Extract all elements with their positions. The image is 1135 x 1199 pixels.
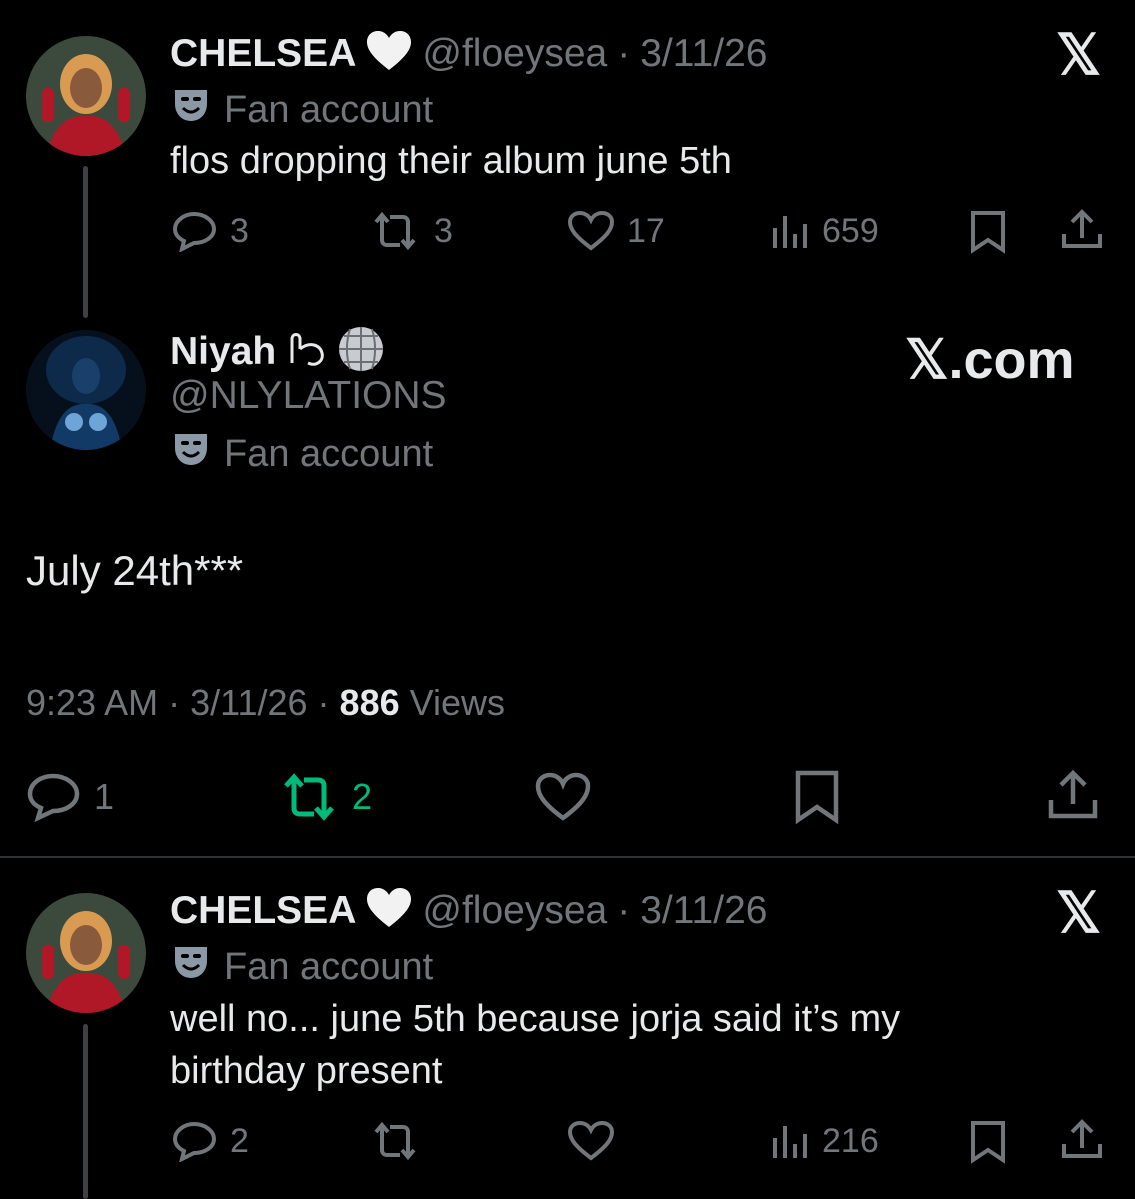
divider — [0, 856, 1135, 858]
share-icon — [1062, 209, 1102, 248]
tweet-text: July 24th*** — [26, 547, 244, 594]
separator: · — [317, 682, 330, 723]
tweet-date[interactable]: 3/11/26 — [640, 32, 767, 76]
views-label: Views — [409, 682, 506, 723]
share-button[interactable] — [1060, 208, 1104, 252]
like-button[interactable]: 17 — [567, 210, 665, 252]
retweet-count: 2 — [352, 776, 373, 817]
tweet-meta: 9:23 AM · 3/11/26 · 886 Views — [26, 682, 505, 724]
bookmark-button[interactable] — [968, 1120, 1008, 1164]
reply-icon — [172, 1121, 217, 1162]
views-button[interactable]: 659 — [770, 210, 879, 252]
retweet-button[interactable] — [368, 1120, 422, 1162]
like-count: 17 — [627, 211, 665, 250]
reply-count: 2 — [230, 1121, 249, 1160]
fan-account-label: Fan account — [224, 432, 434, 475]
retweet-button[interactable]: 3 — [368, 210, 453, 252]
handle[interactable]: @floeysea — [422, 889, 607, 933]
views-count: 659 — [822, 211, 879, 250]
bookmark-icon — [971, 1121, 1005, 1164]
retweet-icon — [284, 773, 334, 821]
tweet-time[interactable]: 9:23 AM — [26, 682, 158, 724]
like-button[interactable] — [534, 772, 592, 822]
share-icon — [1048, 769, 1098, 819]
white-heart-icon — [366, 887, 412, 934]
fan-account-label: Fan account — [224, 88, 434, 131]
tweet-date[interactable]: 3/11/26 — [640, 889, 767, 933]
share-button[interactable] — [1046, 768, 1100, 822]
fan-account-badge: Fan account — [172, 86, 433, 134]
handle[interactable]: @NLYLATIONS — [170, 374, 447, 418]
fan-account-badge: Fan account — [172, 430, 433, 478]
thread-line — [83, 166, 88, 318]
reply-button[interactable]: 2 — [172, 1120, 249, 1162]
heart-icon — [567, 210, 615, 251]
tweet-date[interactable]: 3/11/26 — [190, 682, 307, 724]
reply-button[interactable]: 1 — [26, 772, 114, 822]
x-logo-icon: 𝕏 — [1056, 881, 1102, 944]
heart-icon — [567, 1120, 615, 1161]
retweet-count: 3 — [434, 211, 453, 250]
fan-account-badge: Fan account — [172, 943, 433, 991]
reply-count: 1 — [94, 776, 115, 817]
separator: · — [617, 31, 631, 75]
disco-ball-icon — [336, 324, 386, 379]
wave-icon — [286, 327, 326, 376]
retweet-button[interactable]: 2 — [278, 772, 372, 822]
views-chart-icon — [773, 216, 807, 248]
like-button[interactable] — [567, 1120, 615, 1162]
views-chart-icon — [773, 1126, 807, 1158]
views-count: 886 — [339, 682, 400, 723]
white-heart-icon — [366, 30, 412, 77]
display-name[interactable]: CHELSEA — [170, 32, 356, 76]
display-name[interactable]: CHELSEA — [170, 889, 356, 933]
bookmark-icon — [795, 770, 839, 824]
x-logo-icon: 𝕏 — [1056, 23, 1102, 86]
separator: · — [168, 682, 181, 723]
heart-icon — [535, 772, 591, 821]
separator: · — [617, 888, 631, 932]
tweet-text: well no... june 5th because jorja said i… — [170, 993, 900, 1097]
theater-mask-icon — [172, 430, 210, 478]
avatar-niyah[interactable] — [26, 330, 146, 450]
handle[interactable]: @floeysea — [422, 32, 607, 76]
views-button[interactable]: 216 — [770, 1120, 879, 1162]
theater-mask-icon — [172, 86, 210, 134]
tweet-text-line: birthday present — [170, 1050, 443, 1092]
reply-count: 3 — [230, 211, 249, 250]
fan-account-label: Fan account — [224, 945, 434, 988]
reply-button[interactable]: 3 — [172, 210, 249, 252]
bookmark-button[interactable] — [968, 210, 1008, 254]
retweet-icon — [374, 211, 416, 251]
views-count: 216 — [822, 1121, 879, 1160]
bookmark-button[interactable] — [792, 770, 842, 824]
reply-icon — [172, 211, 217, 252]
theater-mask-icon — [172, 943, 210, 991]
avatar-chelsea[interactable] — [26, 893, 146, 1013]
tweet-text-line: well no... june 5th because jorja said i… — [170, 998, 901, 1040]
share-icon — [1062, 1119, 1102, 1158]
display-name[interactable]: Niyah — [170, 330, 276, 374]
x-com-watermark: 𝕏.com — [905, 330, 1075, 390]
bookmark-icon — [971, 211, 1005, 254]
reply-icon — [27, 773, 80, 822]
retweet-icon — [374, 1121, 416, 1161]
share-button[interactable] — [1060, 1118, 1104, 1162]
avatar-chelsea[interactable] — [26, 36, 146, 156]
thread-line — [83, 1024, 88, 1199]
tweet-text: flos dropping their album june 5th — [170, 140, 732, 182]
